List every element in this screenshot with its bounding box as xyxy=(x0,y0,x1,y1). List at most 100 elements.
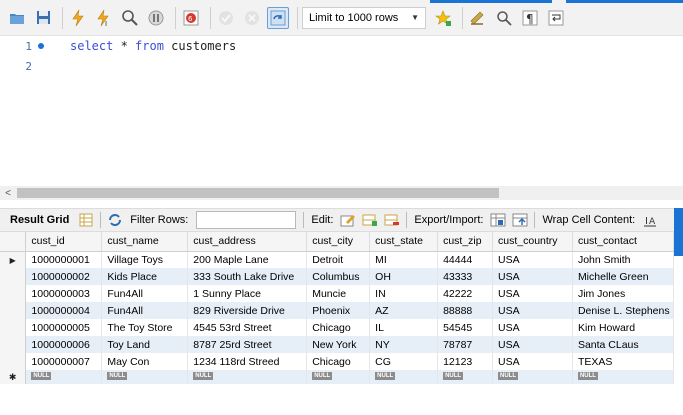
result-grid-tab[interactable]: Result Grid xyxy=(4,214,75,226)
column-header[interactable]: cust_contact xyxy=(572,232,675,252)
table-cell[interactable]: MI xyxy=(369,251,439,268)
null-cell[interactable]: NULL xyxy=(492,370,573,384)
table-cell[interactable]: 88888 xyxy=(437,302,494,319)
table-cell[interactable]: 1000000004 xyxy=(25,302,103,319)
table-cell[interactable]: 200 Maple Lane xyxy=(187,251,308,268)
table-cell[interactable]: USA xyxy=(492,353,573,370)
column-header[interactable]: cust_state xyxy=(369,232,439,252)
table-cell[interactable]: Chicago xyxy=(306,319,371,336)
row-header[interactable] xyxy=(0,353,27,370)
null-cell[interactable]: NULL xyxy=(572,370,675,384)
table-cell[interactable]: USA xyxy=(492,251,573,268)
row-header[interactable] xyxy=(0,319,27,336)
null-cell[interactable]: NULL xyxy=(101,370,189,384)
table-cell[interactable]: OH xyxy=(369,268,439,285)
table-cell[interactable]: Santa CLaus xyxy=(572,336,675,353)
sql-editor[interactable]: 1 select * from customers 2 xyxy=(0,36,683,184)
table-cell[interactable]: CG xyxy=(369,353,439,370)
save-icon[interactable] xyxy=(32,7,54,29)
null-cell[interactable]: NULL xyxy=(187,370,308,384)
explain-icon[interactable] xyxy=(119,7,141,29)
delete-row-icon[interactable] xyxy=(382,211,402,229)
table-cell[interactable]: AZ xyxy=(369,302,439,319)
table-cell[interactable]: Village Toys xyxy=(101,251,189,268)
null-cell[interactable]: NULL xyxy=(25,370,103,384)
beautify-icon[interactable] xyxy=(467,7,489,29)
table-cell[interactable]: Fun4All xyxy=(101,302,189,319)
table-row[interactable]: 1000000002 Kids Place 333 South Lake Dri… xyxy=(0,268,675,285)
table-cell[interactable]: IN xyxy=(369,285,439,302)
column-header[interactable]: cust_country xyxy=(492,232,573,252)
import-icon[interactable] xyxy=(510,211,530,229)
new-row[interactable]: ✱ NULL NULL NULL NULL NULL NULL NULL NUL… xyxy=(0,370,675,384)
column-header[interactable]: cust_id xyxy=(25,232,103,252)
table-cell[interactable]: May Con xyxy=(101,353,189,370)
row-header[interactable] xyxy=(0,285,27,302)
column-header[interactable]: cust_city xyxy=(306,232,371,252)
table-cell[interactable]: 829 Riverside Drive xyxy=(187,302,308,319)
null-cell[interactable]: NULL xyxy=(306,370,371,384)
column-header[interactable]: cust_address xyxy=(187,232,308,252)
table-cell[interactable]: 1 Sunny Place xyxy=(187,285,308,302)
table-cell[interactable]: 1000000002 xyxy=(25,268,103,285)
side-panel-toggle[interactable] xyxy=(674,208,683,256)
table-cell[interactable]: 1000000007 xyxy=(25,353,103,370)
table-cell[interactable]: USA xyxy=(492,268,573,285)
table-cell[interactable]: 1000000003 xyxy=(25,285,103,302)
null-cell[interactable]: NULL xyxy=(369,370,439,384)
limit-rows-select[interactable]: Limit to 1000 rows ▼ xyxy=(302,6,426,29)
scrollbar-thumb[interactable] xyxy=(17,188,499,198)
table-cell[interactable]: 44444 xyxy=(437,251,494,268)
null-cell[interactable]: NULL xyxy=(437,370,494,384)
table-cell[interactable]: USA xyxy=(492,285,573,302)
table-cell[interactable]: 12123 xyxy=(437,353,494,370)
insert-row-icon[interactable] xyxy=(360,211,380,229)
wrap-cell-icon[interactable]: IA xyxy=(640,211,660,229)
execute-icon[interactable] xyxy=(67,7,89,29)
open-folder-icon[interactable] xyxy=(6,7,28,29)
table-cell[interactable]: 8787 25rd Street xyxy=(187,336,308,353)
table-cell[interactable]: Michelle Green xyxy=(572,268,675,285)
filter-rows-input[interactable] xyxy=(196,211,297,229)
table-cell[interactable]: 4545 53rd Street xyxy=(187,319,308,336)
table-cell[interactable]: Columbus xyxy=(306,268,371,285)
column-header[interactable]: cust_zip xyxy=(437,232,494,252)
invisible-chars-icon[interactable]: ¶ xyxy=(519,7,541,29)
table-cell[interactable]: 78787 xyxy=(437,336,494,353)
row-header[interactable] xyxy=(0,268,27,285)
row-header[interactable] xyxy=(0,336,27,353)
grid-view-icon[interactable] xyxy=(76,211,96,229)
table-cell[interactable]: 1000000001 xyxy=(25,251,103,268)
new-row-star-icon[interactable]: ✱ xyxy=(0,370,27,384)
rollback-icon[interactable] xyxy=(241,7,263,29)
table-cell[interactable]: Fun4All xyxy=(101,285,189,302)
autocommit-toggle-icon[interactable] xyxy=(267,6,289,29)
table-cell[interactable]: USA xyxy=(492,302,573,319)
table-cell[interactable]: TEXAS xyxy=(572,353,675,370)
table-row[interactable]: 1000000006 Toy Land 8787 25rd Street New… xyxy=(0,336,675,353)
stop-icon[interactable] xyxy=(145,7,167,29)
table-cell[interactable]: Kim Howard xyxy=(572,319,675,336)
table-cell[interactable]: IL xyxy=(369,319,439,336)
table-cell[interactable]: 1000000005 xyxy=(25,319,103,336)
table-cell[interactable]: 42222 xyxy=(437,285,494,302)
add-snippet-icon[interactable] xyxy=(432,7,454,29)
table-cell[interactable]: John Smith xyxy=(572,251,675,268)
table-cell[interactable]: Jim Jones xyxy=(572,285,675,302)
scroll-left-icon[interactable]: < xyxy=(0,188,16,199)
table-cell[interactable]: New York xyxy=(306,336,371,353)
table-cell[interactable]: 1234 118rd Streed xyxy=(187,353,308,370)
table-row[interactable]: 1000000004 Fun4All 829 Riverside Drive P… xyxy=(0,302,675,319)
editor-horizontal-scrollbar[interactable]: < xyxy=(0,186,683,200)
table-cell[interactable]: 333 South Lake Drive xyxy=(187,268,308,285)
stop-on-error-icon[interactable]: 6 xyxy=(180,7,202,29)
table-cell[interactable]: USA xyxy=(492,319,573,336)
find-icon[interactable] xyxy=(493,7,515,29)
table-cell[interactable]: NY xyxy=(369,336,439,353)
table-cell[interactable]: Toy Land xyxy=(101,336,189,353)
edit-row-icon[interactable] xyxy=(338,211,358,229)
table-cell[interactable]: 54545 xyxy=(437,319,494,336)
current-row-pointer-icon[interactable]: ▶ xyxy=(0,251,27,268)
table-row[interactable]: 1000000007 May Con 1234 118rd Streed Chi… xyxy=(0,353,675,370)
table-cell[interactable]: Muncie xyxy=(306,285,371,302)
